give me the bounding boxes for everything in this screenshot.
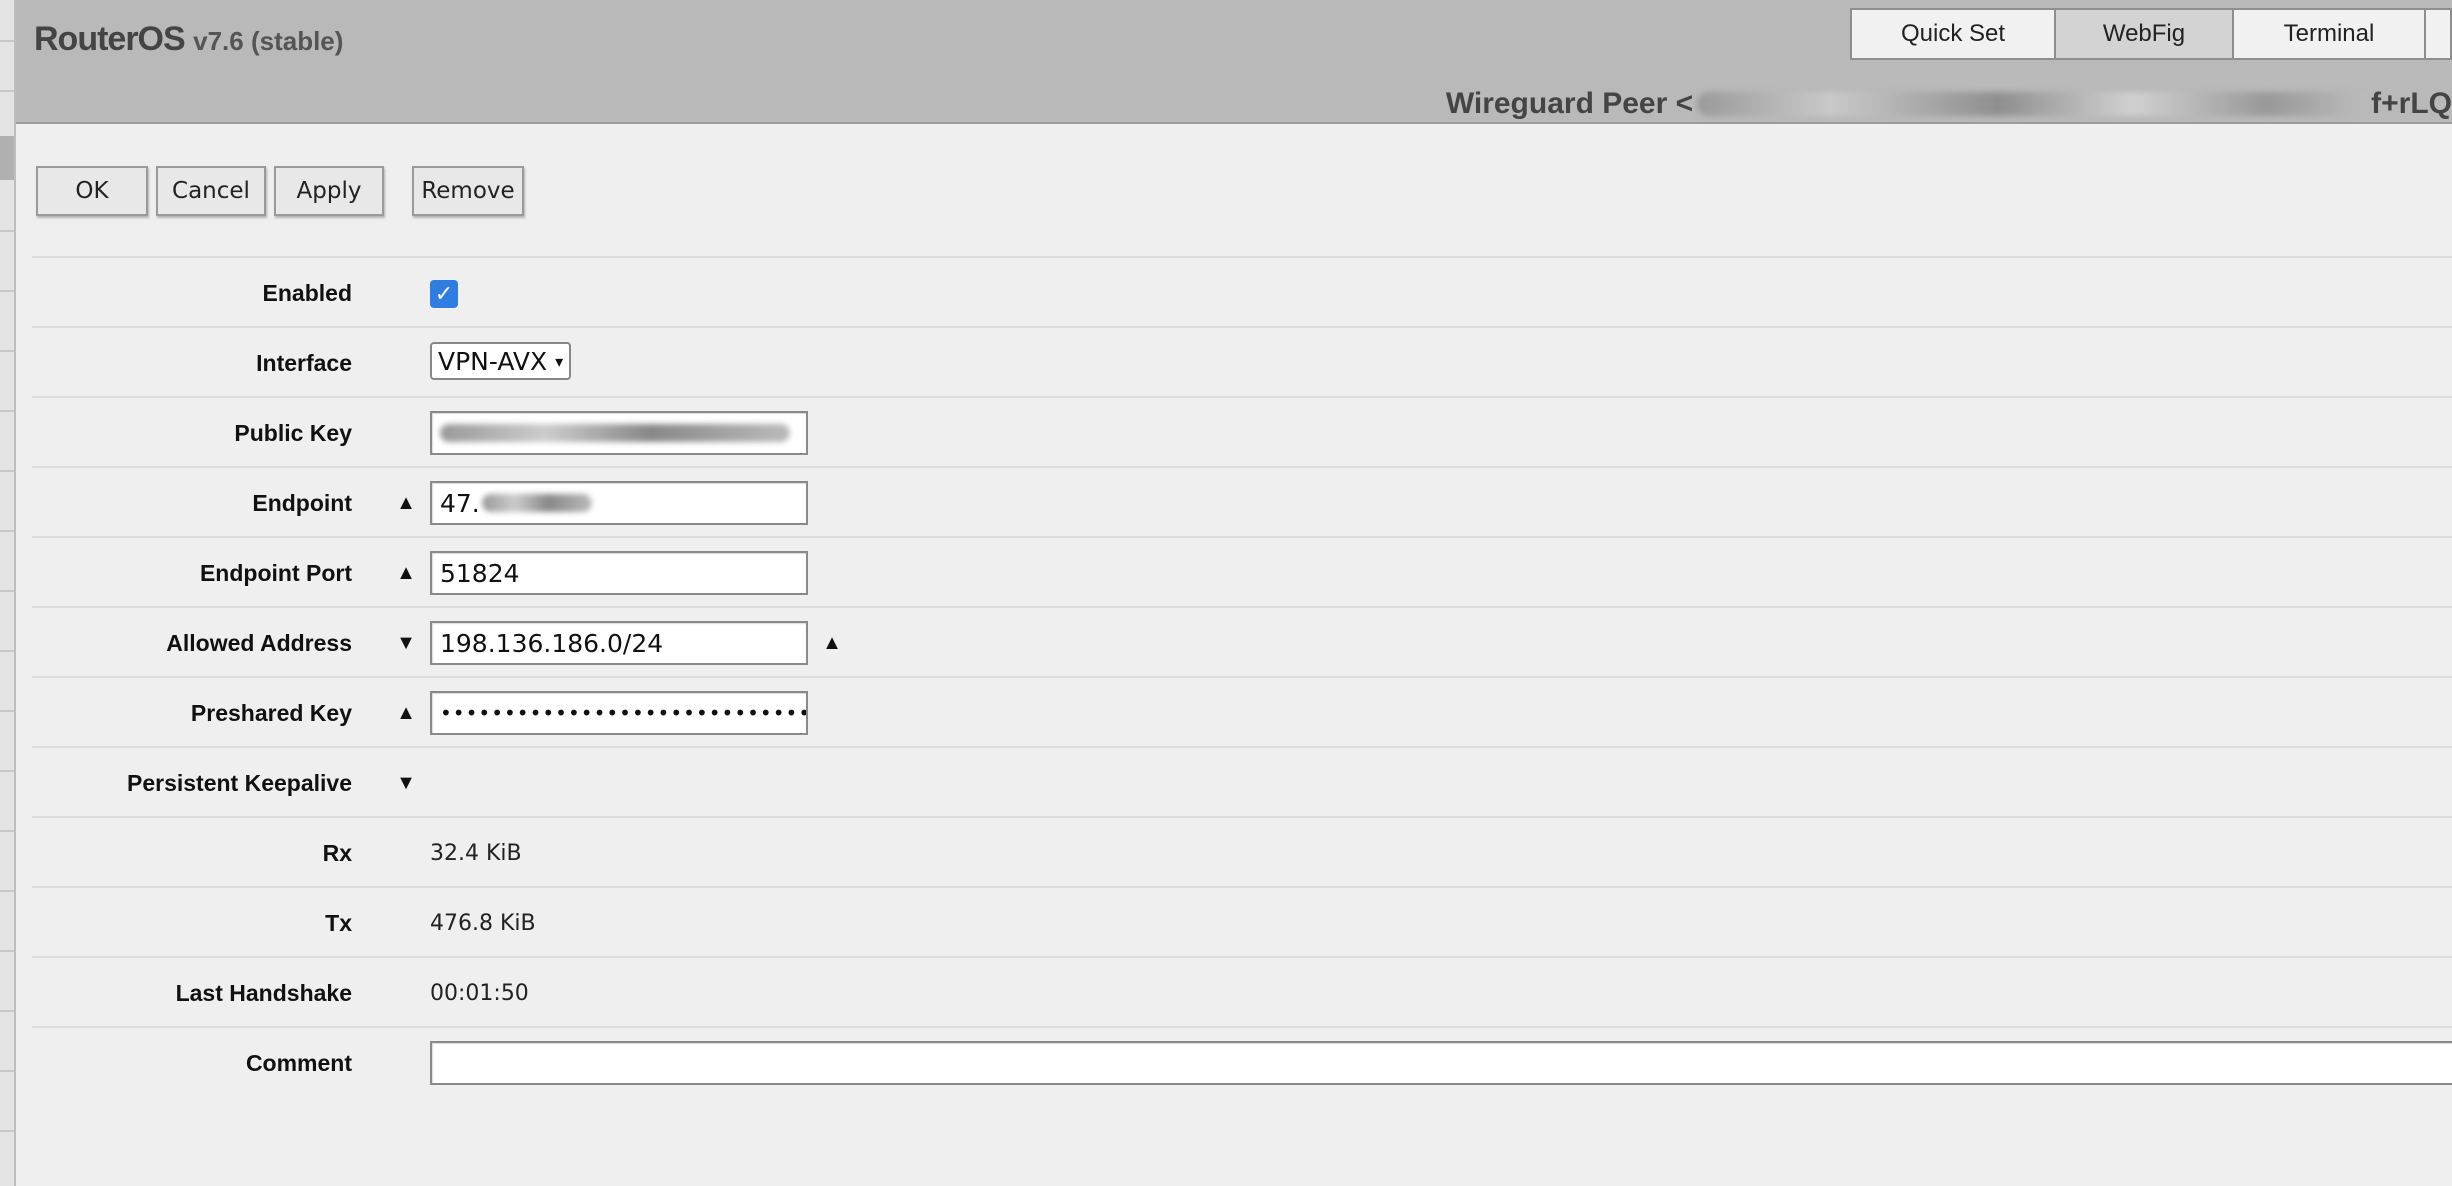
allowed-address-label: Allowed Address (166, 629, 352, 656)
tab-quick-set[interactable]: Quick Set (1850, 8, 2056, 60)
row-public-key: Public Key (32, 396, 2452, 466)
expand-down-icon[interactable]: ▼ (392, 748, 420, 818)
brand-name: RouterOS (34, 20, 186, 58)
sidebar-divider (0, 830, 14, 832)
rx-label: Rx (322, 839, 352, 866)
sidebar-divider (0, 1070, 14, 1072)
preshared-key-input[interactable]: •••••••••••••••••••••••••••••••• (430, 691, 808, 735)
public-key-input[interactable] (430, 411, 808, 455)
sidebar-divider (0, 470, 14, 472)
tx-value: 476.8 KiB (430, 910, 536, 936)
row-interface: Interface VPN-AVX ▾ (32, 326, 2452, 396)
row-tx: Tx 476.8 KiB (32, 886, 2452, 956)
sidebar-divider (0, 90, 14, 92)
tab-overflow[interactable] (2424, 8, 2452, 60)
sidebar-selected-item[interactable] (0, 136, 14, 180)
chevron-down-icon: ▾ (555, 351, 564, 371)
collapse-up-icon[interactable]: ▲ (818, 608, 846, 678)
sidebar-divider (0, 40, 14, 42)
app-brand: RouterOS v7.6 (stable) (34, 20, 343, 59)
expand-down-icon[interactable]: ▼ (392, 608, 420, 678)
app-header: RouterOS v7.6 (stable) Quick Set WebFig … (16, 0, 2452, 124)
endpoint-label: Endpoint (252, 489, 352, 516)
enabled-label: Enabled (262, 279, 352, 306)
page-title: Wireguard Peer < f+rLQ (1446, 86, 2452, 122)
sidebar-divider (0, 890, 14, 892)
tab-terminal[interactable]: Terminal (2232, 8, 2426, 60)
endpoint-value: 47. (440, 488, 480, 518)
apply-button[interactable]: Apply (274, 166, 384, 216)
endpoint-port-label: Endpoint Port (199, 559, 352, 586)
row-endpoint-port: Endpoint Port ▲ 51824 (32, 536, 2452, 606)
row-preshared-key: Preshared Key ▲ ••••••••••••••••••••••••… (32, 676, 2452, 746)
redacted-public-key (1697, 92, 2368, 116)
redacted-public-key-value (440, 424, 790, 442)
interface-select[interactable]: VPN-AVX ▾ (430, 342, 572, 380)
row-endpoint: Endpoint ▲ 47. (32, 466, 2452, 536)
sidebar-divider (0, 410, 14, 412)
sidebar-divider (0, 230, 14, 232)
collapse-up-icon[interactable]: ▲ (392, 678, 420, 748)
endpoint-input[interactable]: 47. (430, 481, 808, 525)
sidebar-divider (0, 290, 14, 292)
row-comment: Comment (32, 1026, 2452, 1096)
cancel-button[interactable]: Cancel (156, 166, 266, 216)
sidebar-divider (0, 530, 14, 532)
collapse-up-icon[interactable]: ▲ (392, 538, 420, 608)
sidebar-divider (0, 350, 14, 352)
sidebar-edge (0, 0, 16, 1186)
sidebar-divider (0, 1010, 14, 1012)
ok-button[interactable]: OK (36, 166, 148, 216)
rx-value: 32.4 KiB (430, 840, 522, 866)
tx-label: Tx (325, 909, 352, 936)
last-handshake-value: 00:01:50 (430, 980, 529, 1006)
collapse-up-icon[interactable]: ▲ (392, 468, 420, 538)
row-rx: Rx 32.4 KiB (32, 816, 2452, 886)
sidebar-divider (0, 1130, 14, 1132)
comment-input[interactable] (430, 1041, 2452, 1085)
tab-webfig[interactable]: WebFig (2054, 8, 2234, 60)
persistent-keepalive-label: Persistent Keepalive (126, 769, 352, 796)
allowed-address-input[interactable]: 198.136.186.0/24 (430, 621, 808, 665)
preshared-key-label: Preshared Key (190, 699, 352, 726)
remove-button[interactable]: Remove (412, 166, 524, 216)
sidebar-divider (0, 710, 14, 712)
brand-version: v7.6 (stable) (193, 26, 344, 56)
interface-label: Interface (256, 349, 352, 376)
sidebar-divider (0, 590, 14, 592)
public-key-label: Public Key (234, 419, 352, 446)
row-allowed-address: Allowed Address ▼ 198.136.186.0/24 ▲ (32, 606, 2452, 676)
checkmark-icon: ✓ (434, 281, 454, 306)
sidebar-divider (0, 650, 14, 652)
sidebar-divider (0, 950, 14, 952)
last-handshake-label: Last Handshake (175, 979, 352, 1006)
action-toolbar: OK Cancel Apply Remove (36, 166, 524, 216)
page-title-suffix: f+rLQ (2371, 87, 2452, 120)
enabled-checkbox[interactable]: ✓ (430, 280, 458, 308)
interface-value: VPN-AVX (438, 346, 548, 376)
endpoint-port-input[interactable]: 51824 (430, 551, 808, 595)
sidebar-divider (0, 770, 14, 772)
top-tab-bar: Quick Set WebFig Terminal (1850, 8, 2452, 60)
comment-label: Comment (245, 1049, 352, 1076)
row-last-handshake: Last Handshake 00:01:50 (32, 956, 2452, 1026)
peer-form: Enabled ✓ Interface VPN-AVX ▾ Public Key… (32, 256, 2452, 1096)
row-persistent-keepalive: Persistent Keepalive ▼ (32, 746, 2452, 816)
page-title-prefix: Wireguard Peer < (1445, 87, 1694, 120)
redacted-endpoint-address (481, 494, 592, 512)
row-enabled: Enabled ✓ (32, 256, 2452, 326)
